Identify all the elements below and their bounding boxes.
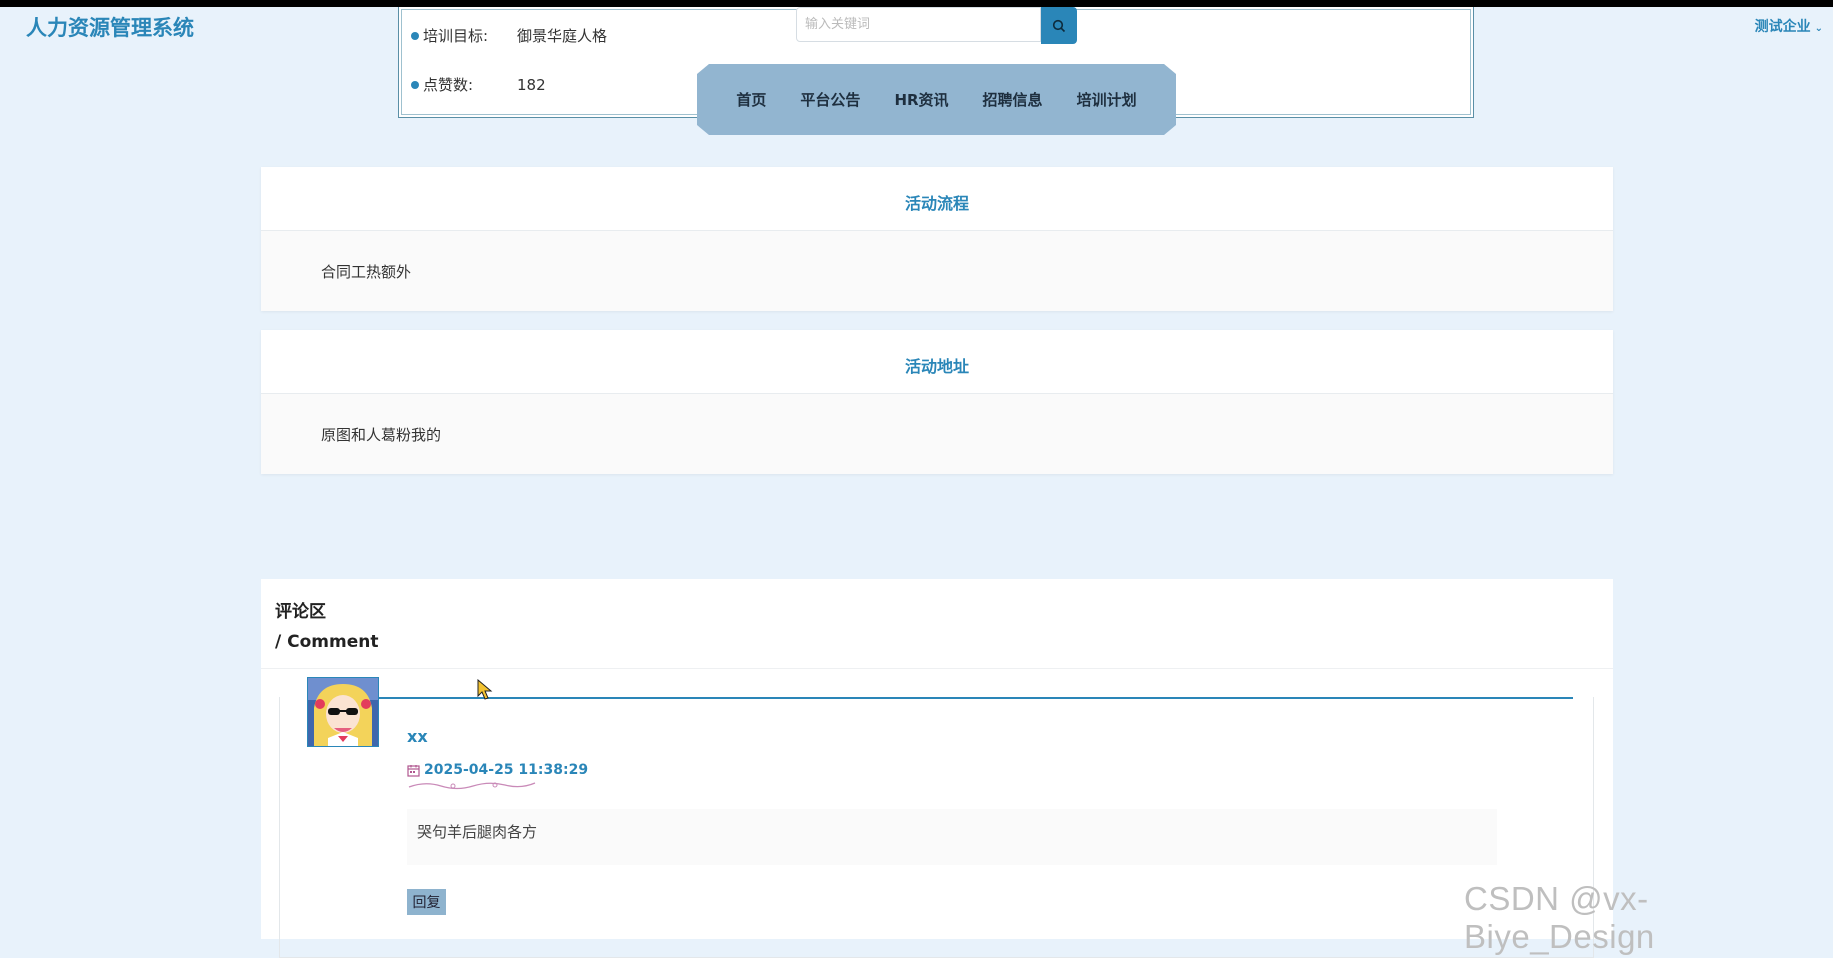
nav-home[interactable]: 首页 (736, 89, 766, 110)
mouse-cursor-icon (477, 679, 493, 700)
avatar-image (308, 678, 378, 746)
search-bar (796, 7, 1077, 44)
reply-button[interactable]: 回复 (407, 889, 446, 915)
comment-text: 哭句羊后腿肉各方 (407, 809, 1497, 865)
section-title: 活动地址 (261, 330, 1613, 394)
info-row-likes: 点赞数: 182 (411, 74, 546, 95)
main-nav: 首页 平台公告 HR资讯 招聘信息 培训计划 (697, 64, 1176, 135)
decorative-wave-icon (408, 782, 536, 790)
info-value: 御景华庭人格 (517, 27, 608, 45)
info-value: 182 (517, 75, 546, 94)
activity-address-card: 活动地址 原图和人葛粉我的 (261, 330, 1613, 474)
bullet-icon (411, 80, 419, 89)
search-icon (1052, 19, 1066, 32)
section-content: 合同工热额外 (261, 231, 1613, 311)
comment-title: 评论区 (275, 602, 326, 622)
comment-subtitle: / Comment (275, 632, 379, 652)
nav-recruitment[interactable]: 招聘信息 (983, 89, 1043, 110)
brand-title[interactable]: 人力资源管理系统 (26, 12, 194, 42)
bullet-icon (411, 31, 419, 40)
user-menu[interactable]: 测试企业 ⌄ (1755, 16, 1823, 36)
comment-divider (359, 697, 1573, 699)
comment-header: 评论区 / Comment (261, 579, 1613, 669)
nav-hr-news[interactable]: HR资讯 (894, 89, 948, 110)
nav-announcements[interactable]: 平台公告 (800, 89, 860, 110)
comment-username[interactable]: xx (407, 727, 428, 746)
user-menu-label: 测试企业 (1754, 19, 1811, 35)
section-title: 活动流程 (261, 167, 1613, 231)
info-label: 培训目标: (423, 27, 489, 45)
comment-timestamp: 2025-04-25 11:38:29 (407, 762, 588, 778)
section-content: 原图和人葛粉我的 (261, 394, 1613, 474)
avatar[interactable] (307, 677, 379, 747)
search-input[interactable] (796, 7, 1041, 42)
chevron-down-icon: ⌄ (1814, 23, 1823, 34)
top-bar (0, 0, 1833, 7)
info-label: 点赞数: (423, 76, 474, 94)
search-button[interactable] (1041, 7, 1077, 44)
comment-section: 评论区 / Comment xx 2025-04-25 11:38:29 哭句羊… (261, 579, 1613, 958)
watermark: CSDN @vx-Biye_Design (1464, 880, 1655, 955)
activity-flow-card: 活动流程 合同工热额外 (261, 167, 1613, 311)
comment-time-text: 2025-04-25 11:38:29 (424, 762, 589, 778)
nav-training-plan[interactable]: 培训计划 (1077, 89, 1137, 110)
calendar-icon (407, 764, 420, 777)
info-row-goal: 培训目标: 御景华庭人格 (411, 25, 607, 46)
